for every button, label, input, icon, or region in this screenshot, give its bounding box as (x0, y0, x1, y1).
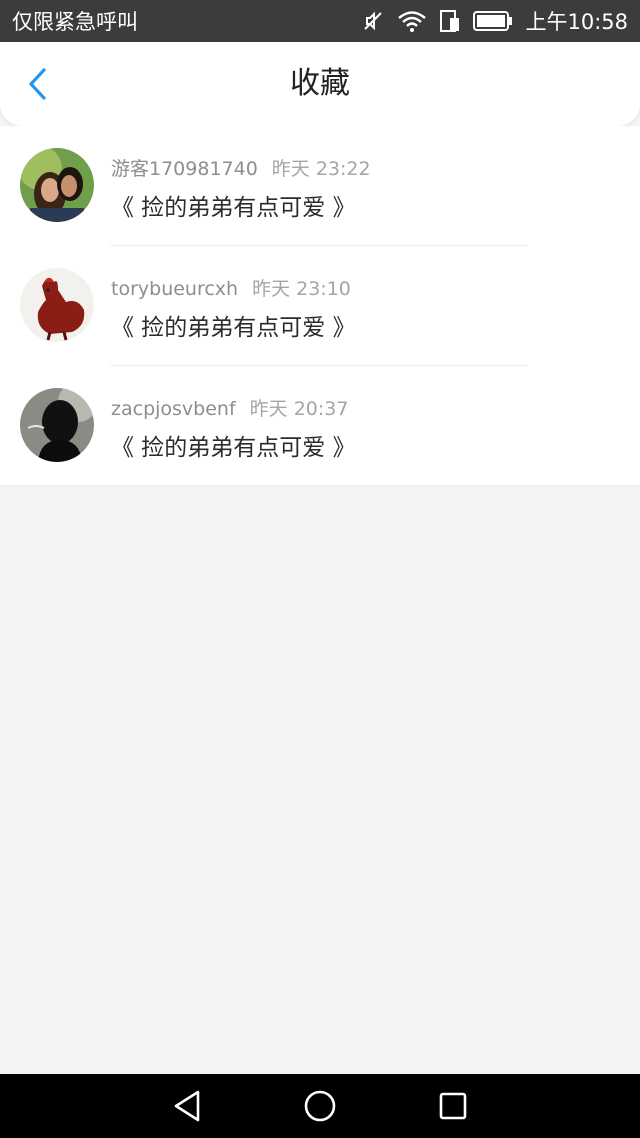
username: torybueurcxh (111, 278, 239, 300)
nav-back-button[interactable] (165, 1084, 209, 1128)
favorite-item[interactable]: torybueurcxh 昨天 23:10 《 捡的弟弟有点可爱 》 (0, 246, 640, 366)
recents-square-icon (440, 1092, 467, 1120)
item-meta: 游客170981740 昨天 23:22 (111, 154, 371, 181)
divider (0, 485, 640, 486)
avatar[interactable] (20, 148, 94, 222)
username: zacpjosvbenf (111, 398, 236, 420)
item-meta: zacpjosvbenf 昨天 20:37 (111, 394, 348, 421)
book-title: 《 捡的弟弟有点可爱 》 (111, 195, 356, 221)
username: 游客170981740 (111, 158, 258, 180)
book-title: 《 捡的弟弟有点可爱 》 (111, 435, 356, 461)
back-triangle-icon (174, 1090, 199, 1122)
nav-recents-button[interactable] (431, 1084, 475, 1128)
status-bar: 仅限紧急呼叫 上午10:58 (0, 0, 640, 42)
nav-home-button[interactable] (298, 1084, 342, 1128)
wifi-icon (397, 9, 427, 33)
clock-text: 上午10:58 (525, 10, 628, 34)
mute-icon (361, 9, 385, 33)
avatar[interactable] (20, 268, 94, 342)
book-title: 《 捡的弟弟有点可爱 》 (111, 315, 356, 341)
favorite-item[interactable]: 游客170981740 昨天 23:22 《 捡的弟弟有点可爱 》 (0, 126, 640, 246)
header-bar: 收藏 (0, 42, 640, 126)
page-title: 收藏 (290, 66, 350, 101)
avatar[interactable] (20, 388, 94, 462)
timestamp: 昨天 23:22 (271, 158, 371, 180)
item-meta: torybueurcxh 昨天 23:10 (111, 274, 351, 301)
status-icons: 上午10:58 (361, 6, 628, 36)
system-nav-bar (0, 1074, 640, 1138)
home-circle-icon (304, 1090, 336, 1122)
timestamp: 昨天 23:10 (252, 278, 351, 300)
favorites-list: 游客170981740 昨天 23:22 《 捡的弟弟有点可爱 》 torybue… (0, 126, 640, 486)
timestamp: 昨天 20:37 (249, 398, 349, 420)
carrier-text: 仅限紧急呼叫 (12, 10, 138, 34)
sim-icon (439, 9, 461, 33)
favorite-item[interactable]: zacpjosvbenf 昨天 20:37 《 捡的弟弟有点可爱 》 (0, 366, 640, 486)
battery-icon (473, 10, 513, 32)
